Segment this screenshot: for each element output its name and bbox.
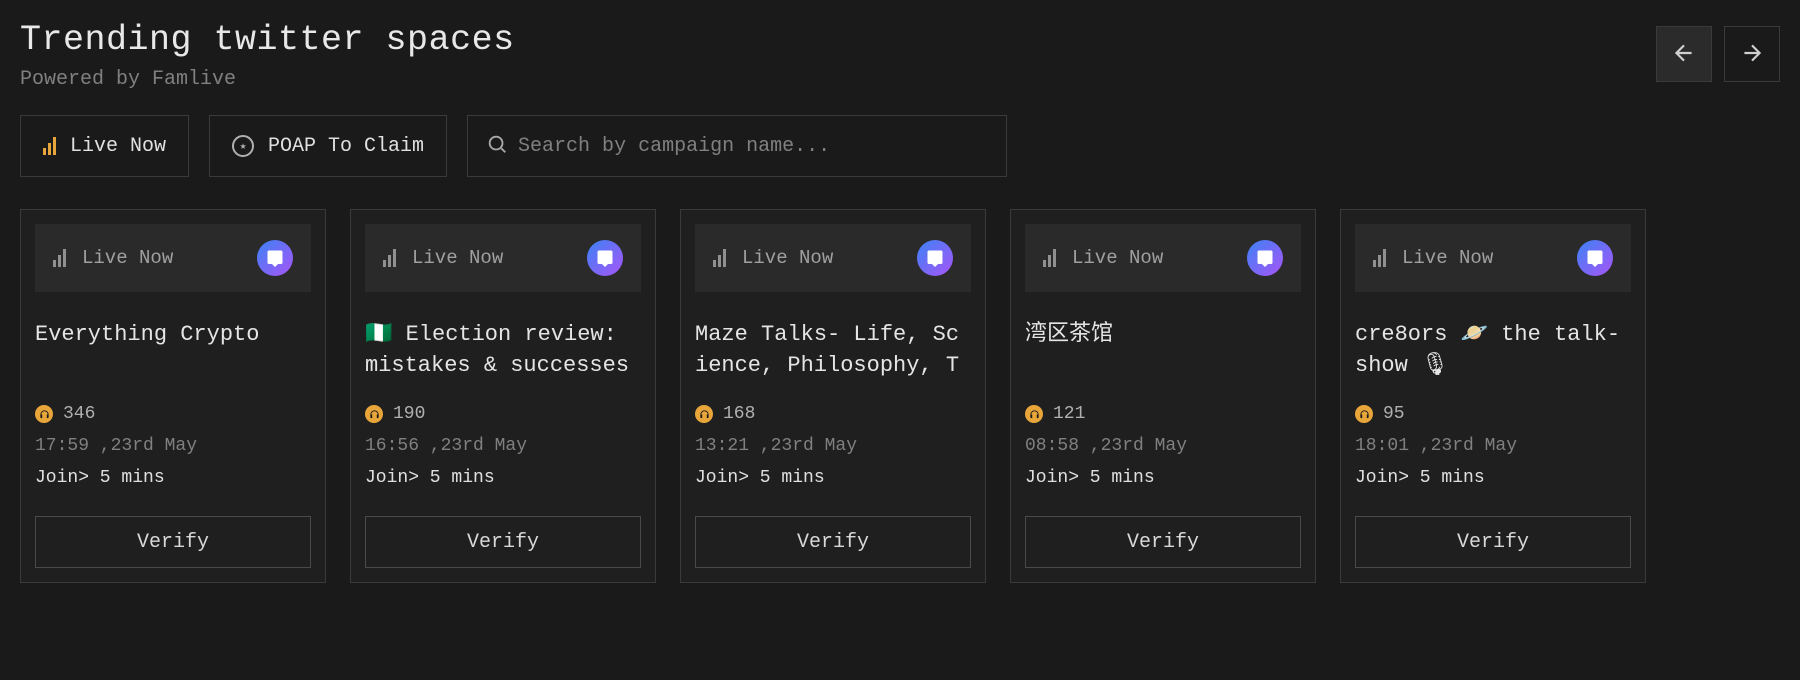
- cards-row: Live Now Everything Crypto 346 17:59 ,23…: [20, 209, 1780, 583]
- space-title: Everything Crypto: [35, 320, 311, 382]
- space-card: Live Now Everything Crypto 346 17:59 ,23…: [20, 209, 326, 583]
- space-title: 🇳🇬 Election review: mistakes & successes…: [365, 320, 641, 382]
- star-badge-icon: ★: [232, 135, 254, 157]
- status-label: Live Now: [1072, 247, 1163, 269]
- headphone-icon: [695, 405, 713, 423]
- bars-icon: [53, 249, 66, 267]
- timestamp: 16:56 ,23rd May: [365, 436, 641, 456]
- join-duration: Join> 5 mins: [35, 468, 311, 488]
- page-subtitle: Powered by Famlive: [20, 68, 515, 91]
- listener-value: 121: [1053, 404, 1085, 424]
- verify-button[interactable]: Verify: [35, 516, 311, 568]
- search-icon: [486, 133, 508, 160]
- listener-value: 190: [393, 404, 425, 424]
- status-label: Live Now: [412, 247, 503, 269]
- filter-poap[interactable]: ★ POAP To Claim: [209, 115, 447, 177]
- filter-label: POAP To Claim: [268, 135, 424, 158]
- bars-icon: [713, 249, 726, 267]
- status-label: Live Now: [82, 247, 173, 269]
- live-status: Live Now: [53, 247, 173, 269]
- card-header: Live Now: [695, 224, 971, 292]
- listener-count: 95: [1355, 404, 1631, 424]
- headphone-icon: [365, 405, 383, 423]
- arrow-left-icon: [1671, 40, 1697, 69]
- twitter-space-icon: [587, 240, 623, 276]
- join-duration: Join> 5 mins: [1025, 468, 1301, 488]
- status-label: Live Now: [742, 247, 833, 269]
- join-duration: Join> 5 mins: [1355, 468, 1631, 488]
- bars-icon: [1373, 249, 1386, 267]
- timestamp: 08:58 ,23rd May: [1025, 436, 1301, 456]
- bars-icon: [383, 249, 396, 267]
- search-input[interactable]: [518, 135, 988, 158]
- card-header: Live Now: [1025, 224, 1301, 292]
- next-button[interactable]: [1724, 26, 1780, 82]
- verify-button[interactable]: Verify: [1025, 516, 1301, 568]
- status-label: Live Now: [1402, 247, 1493, 269]
- card-header: Live Now: [1355, 224, 1631, 292]
- carousel-nav: [1656, 26, 1780, 82]
- space-card: Live Now cre8ors 🪐 the talk-show 🎙 95 18…: [1340, 209, 1646, 583]
- bars-icon: [1043, 249, 1056, 267]
- headphone-icon: [35, 405, 53, 423]
- verify-button[interactable]: Verify: [365, 516, 641, 568]
- space-title: 湾区茶馆: [1025, 320, 1301, 382]
- verify-button[interactable]: Verify: [1355, 516, 1631, 568]
- timestamp: 18:01 ,23rd May: [1355, 436, 1631, 456]
- twitter-space-icon: [917, 240, 953, 276]
- card-header: Live Now: [35, 224, 311, 292]
- arrow-right-icon: [1739, 40, 1765, 69]
- page-title: Trending twitter spaces: [20, 20, 515, 60]
- listener-count: 121: [1025, 404, 1301, 424]
- join-duration: Join> 5 mins: [695, 468, 971, 488]
- space-card: Live Now Maze Talks- Life, Science, Phil…: [680, 209, 986, 583]
- listener-value: 168: [723, 404, 755, 424]
- live-status: Live Now: [713, 247, 833, 269]
- headphone-icon: [1355, 405, 1373, 423]
- prev-button[interactable]: [1656, 26, 1712, 82]
- verify-button[interactable]: Verify: [695, 516, 971, 568]
- card-header: Live Now: [365, 224, 641, 292]
- listener-count: 346: [35, 404, 311, 424]
- timestamp: 13:21 ,23rd May: [695, 436, 971, 456]
- search-wrapper: [467, 115, 1007, 177]
- filter-label: Live Now: [70, 135, 166, 158]
- twitter-space-icon: [1577, 240, 1613, 276]
- listener-count: 190: [365, 404, 641, 424]
- twitter-space-icon: [257, 240, 293, 276]
- listener-value: 346: [63, 404, 95, 424]
- live-status: Live Now: [1373, 247, 1493, 269]
- listener-value: 95: [1383, 404, 1405, 424]
- space-title: cre8ors 🪐 the talk-show 🎙: [1355, 320, 1631, 382]
- live-status: Live Now: [1043, 247, 1163, 269]
- space-title: Maze Talks- Life, Science, Philosophy, T…: [695, 320, 971, 382]
- space-card: Live Now 湾区茶馆 121 08:58 ,23rd May Join> …: [1010, 209, 1316, 583]
- timestamp: 17:59 ,23rd May: [35, 436, 311, 456]
- bars-icon: [43, 137, 56, 155]
- join-duration: Join> 5 mins: [365, 468, 641, 488]
- live-status: Live Now: [383, 247, 503, 269]
- headphone-icon: [1025, 405, 1043, 423]
- space-card: Live Now 🇳🇬 Election review: mistakes & …: [350, 209, 656, 583]
- filter-live-now[interactable]: Live Now: [20, 115, 189, 177]
- twitter-space-icon: [1247, 240, 1283, 276]
- listener-count: 168: [695, 404, 971, 424]
